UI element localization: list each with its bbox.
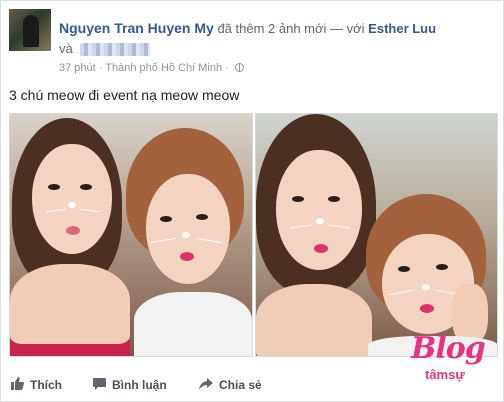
- cat-nose-1: [68, 202, 76, 208]
- comment-button[interactable]: Bình luận: [93, 375, 167, 395]
- comment-label: Bình luận: [112, 378, 167, 392]
- post-location[interactable]: Thành phố Hồ Chí Minh: [105, 62, 222, 74]
- post-header: Nguyen Tran Huyen My đã thêm 2 ảnh mới —…: [9, 9, 499, 74]
- watermark-sub: tâmsự: [425, 367, 465, 382]
- right-girl-eye-left: [160, 216, 172, 222]
- like-label: Thích: [30, 378, 62, 392]
- share-button[interactable]: Chia sẻ: [199, 375, 262, 395]
- tagged-friend-link[interactable]: Esther Luu: [368, 21, 436, 36]
- comment-icon: [93, 377, 106, 393]
- cat-nose-4: [422, 284, 430, 290]
- globe-icon[interactable]: [234, 63, 244, 72]
- meta-separator-2: ·: [225, 62, 229, 74]
- left-girl-eye-right: [328, 196, 340, 202]
- right-girl-lips: [180, 252, 194, 261]
- share-arrow-icon: [199, 377, 213, 393]
- cat-nose-2: [182, 232, 190, 238]
- left-girl-eye-left: [292, 196, 304, 202]
- and-word: và: [59, 41, 73, 56]
- author-name-link[interactable]: Nguyen Tran Huyen My: [59, 20, 214, 36]
- action-text: đã thêm 2 ảnh mới — với: [217, 21, 365, 36]
- post-timestamp[interactable]: 37 phút: [59, 62, 96, 74]
- share-label: Chia sẻ: [219, 378, 262, 392]
- watermark-brand: Blog: [411, 331, 486, 366]
- left-girl-shoulder: [10, 264, 130, 344]
- blurred-friend-name[interactable]: [80, 43, 151, 57]
- post-photo-2[interactable]: [255, 113, 498, 357]
- left-girl-lips: [314, 244, 328, 253]
- tagged-others: và: [59, 40, 151, 58]
- left-girl-face: [32, 144, 112, 254]
- thumbs-up-icon: [11, 377, 24, 393]
- post-text: 3 chú meow đi event nạ meow meow: [9, 87, 240, 103]
- post-headline: Nguyen Tran Huyen My đã thêm 2 ảnh mới —…: [59, 19, 436, 38]
- right-girl-eye-left: [398, 266, 410, 272]
- cat-nose-3: [316, 218, 324, 224]
- left-girl-lips: [66, 226, 80, 235]
- post-actions: Thích Bình luận Chia sẻ: [9, 375, 309, 395]
- right-girl-lips: [420, 304, 434, 313]
- blog-watermark-logo: Blog tâmsự: [411, 331, 497, 393]
- like-button[interactable]: Thích: [11, 375, 62, 395]
- avatar-figure: [23, 15, 39, 47]
- right-girl-eye-right: [436, 264, 448, 270]
- left-girl-eye-left: [48, 184, 60, 190]
- left-girl-eye-right: [80, 184, 92, 190]
- right-girl-face: [146, 174, 230, 284]
- post-card: Nguyen Tran Huyen My đã thêm 2 ảnh mới —…: [0, 0, 504, 402]
- post-meta: 37 phút · Thành phố Hồ Chí Minh ·: [59, 62, 244, 74]
- left-girl-shoulder: [256, 284, 372, 356]
- post-photo-1[interactable]: [9, 113, 253, 357]
- right-girl-dress: [134, 292, 252, 356]
- meta-separator: ·: [98, 62, 103, 74]
- author-avatar[interactable]: [9, 9, 51, 51]
- right-girl-eye-right: [196, 214, 208, 220]
